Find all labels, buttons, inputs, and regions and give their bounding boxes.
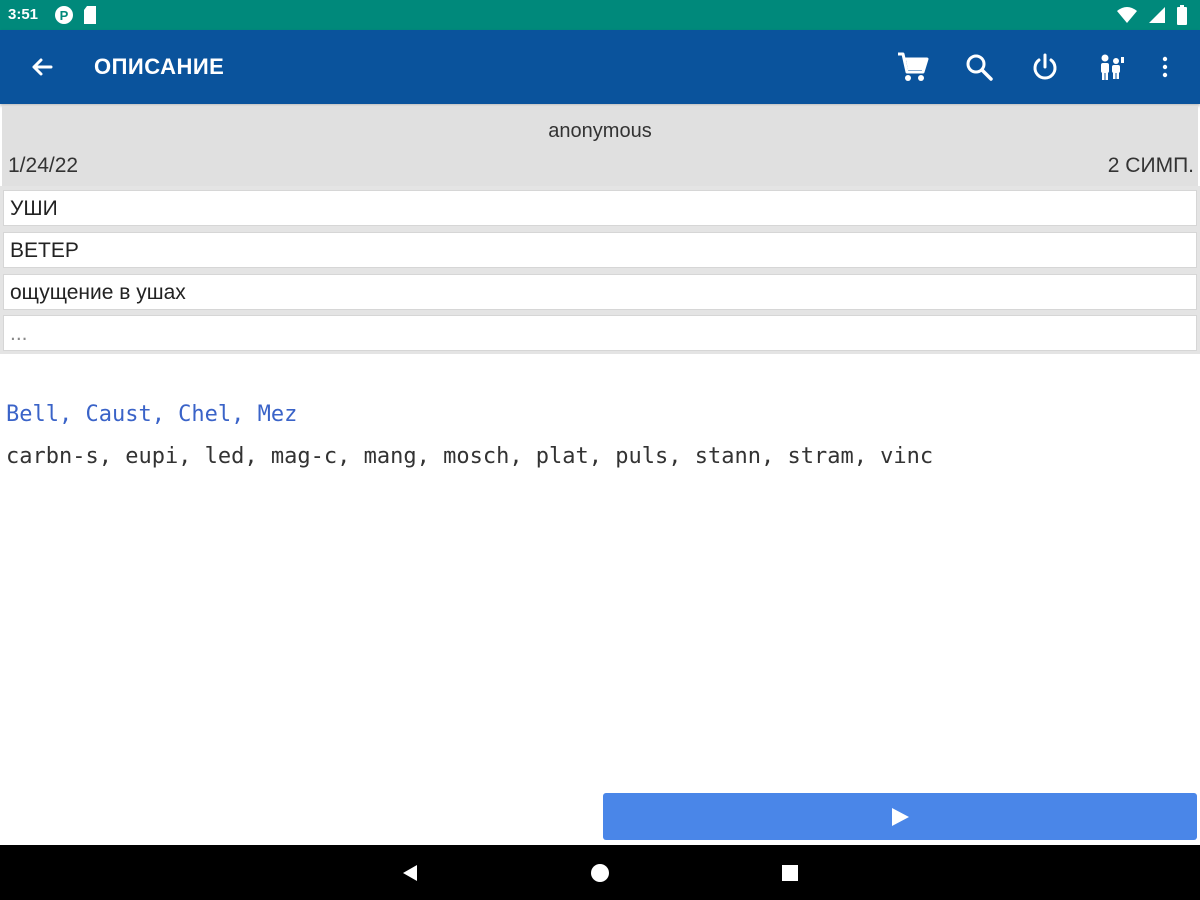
page-title: ОПИСАНИЕ [94, 54, 225, 79]
back-button[interactable] [26, 51, 58, 83]
search-button[interactable] [960, 48, 998, 86]
signal-icon [1149, 7, 1165, 23]
battery-icon [1177, 5, 1187, 25]
nav-back-button[interactable] [396, 859, 424, 887]
nav-home-button[interactable] [586, 859, 614, 887]
remedies-secondary: carbn-s, eupi, led, mag-c, mang, mosch, … [6, 444, 934, 469]
cart-icon [898, 52, 929, 81]
app-bar: ОПИСАНИЕ [0, 30, 1200, 104]
system-nav-bar [0, 845, 1200, 900]
status-time: 3:51 [8, 6, 39, 23]
play-button[interactable] [603, 793, 1197, 840]
status-bar: 3:51 P [0, 0, 1200, 30]
nav-recents-icon [782, 865, 798, 881]
notification-p-icon: P [55, 6, 73, 24]
nav-recents-button[interactable] [776, 859, 804, 887]
nav-home-icon [591, 864, 609, 882]
user-name: anonymous [548, 120, 652, 142]
play-icon [892, 807, 909, 826]
svg-text:P: P [60, 8, 69, 23]
people-button[interactable] [1092, 48, 1130, 86]
symptom-count: 2 СИМП. [1107, 154, 1194, 177]
sd-card-icon [84, 6, 96, 24]
remedies-primary: Bell, Caust, Chel, Mez [6, 402, 298, 427]
symptom-row[interactable]: ощущение в ушах [3, 274, 1197, 310]
case-date: 1/24/22 [8, 154, 79, 177]
wifi-icon [1117, 7, 1137, 23]
more-vert-icon [1162, 56, 1168, 78]
power-icon [1033, 53, 1057, 80]
people-icon [1101, 54, 1124, 80]
arrow-back-icon [32, 58, 53, 76]
symptom-row[interactable]: УШИ [3, 190, 1197, 226]
search-icon [966, 54, 993, 81]
case-info-header: anonymous 1/24/22 2 СИМП. [2, 106, 1198, 186]
power-button[interactable] [1026, 48, 1064, 86]
nav-back-icon [403, 865, 417, 881]
more-options-button[interactable] [1146, 48, 1184, 86]
symptom-row-placeholder[interactable]: ... [3, 315, 1197, 351]
cart-button[interactable] [894, 48, 932, 86]
symptom-list: УШИ ВЕТЕР ощущение в ушах ... [0, 186, 1200, 354]
symptom-row[interactable]: ВЕТЕР [3, 232, 1197, 268]
